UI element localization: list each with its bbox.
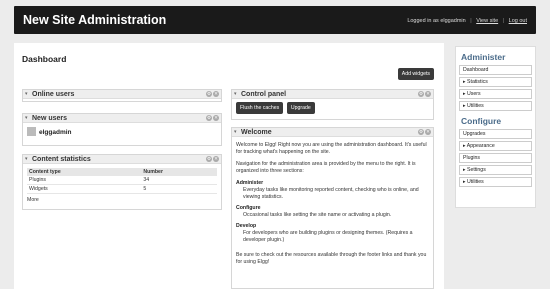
section-term: Develop: [236, 223, 257, 229]
stats-table: Content type Number Plugins 34 Widgets 5: [27, 168, 217, 194]
separator: |: [470, 18, 472, 24]
section-desc: Occasional tasks like setting the site n…: [243, 212, 392, 218]
add-widgets-button[interactable]: Add widgets: [397, 68, 434, 80]
widget-header[interactable]: ▾ Online users ⚙ ✕: [23, 90, 221, 99]
header-links: Logged in as elggadmin | View site | Log…: [407, 18, 527, 24]
upgrade-button[interactable]: Upgrade: [286, 102, 315, 114]
settings-icon[interactable]: ⚙: [418, 129, 424, 135]
section-desc: Everyday tasks like monitoring reported …: [243, 187, 419, 200]
sidebar-item-statistics[interactable]: ▸ Statistics: [459, 77, 532, 87]
close-icon[interactable]: ✕: [425, 129, 431, 135]
content-statistics-widget: ▾ Content statistics ⚙ ✕ Content type Num…: [22, 154, 222, 210]
collapse-icon[interactable]: ▾: [234, 129, 237, 135]
sidebar-item-settings[interactable]: ▸ Settings: [459, 165, 532, 175]
site-title[interactable]: New Site Administration: [23, 13, 166, 27]
close-icon[interactable]: ✕: [213, 115, 219, 121]
welcome-navigation: Navigation for the administration area i…: [236, 161, 416, 174]
admin-sidebar: Administer Dashboard ▸ Statistics ▸ User…: [455, 46, 536, 208]
page-title: Dashboard: [22, 54, 67, 64]
collapse-icon[interactable]: ▾: [234, 91, 237, 97]
widget-title: Control panel: [241, 90, 287, 98]
close-icon[interactable]: ✕: [213, 91, 219, 97]
settings-icon[interactable]: ⚙: [206, 156, 212, 162]
section-desc: For developers who are building plugins …: [243, 230, 413, 243]
settings-icon[interactable]: ⚙: [206, 91, 212, 97]
more-link[interactable]: More: [27, 197, 217, 203]
widget-header[interactable]: ▾ Welcome ⚙ ✕: [232, 128, 433, 137]
widget-header[interactable]: ▾ Control panel ⚙ ✕: [232, 90, 433, 99]
welcome-widget: ▾ Welcome ⚙ ✕ Welcome to Elgg! Right now …: [231, 127, 434, 289]
close-icon[interactable]: ✕: [213, 156, 219, 162]
separator: |: [502, 18, 505, 24]
widget-title: Online users: [32, 90, 75, 98]
sidebar-item-upgrades[interactable]: Upgrades: [459, 129, 532, 139]
close-icon[interactable]: ✕: [425, 91, 431, 97]
sidebar-item-dashboard[interactable]: Dashboard: [459, 65, 532, 75]
flush-caches-button[interactable]: Flush the caches: [236, 102, 284, 114]
logged-in-text: Logged in as elggadmin: [407, 18, 466, 24]
administer-heading: Administer: [461, 52, 506, 62]
widget-header[interactable]: ▾ Content statistics ⚙ ✕: [23, 155, 221, 164]
table-row: Plugins 34: [27, 176, 217, 185]
avatar[interactable]: [27, 127, 36, 136]
column-header: Number: [141, 168, 217, 176]
sidebar-item-config-utilities[interactable]: ▸ Utilities: [459, 177, 532, 187]
view-site-link[interactable]: View site: [476, 18, 498, 24]
main-content: Dashboard Add widgets ▾ Online users ⚙ ✕ …: [14, 43, 444, 289]
collapse-icon[interactable]: ▾: [25, 115, 28, 121]
section-term: Administer: [236, 180, 264, 186]
settings-icon[interactable]: ⚙: [206, 115, 212, 121]
online-users-widget: ▾ Online users ⚙ ✕: [22, 89, 222, 102]
collapse-icon[interactable]: ▾: [25, 156, 28, 162]
widget-header[interactable]: ▾ New users ⚙ ✕: [23, 114, 221, 123]
widget-title: Welcome: [241, 128, 272, 136]
sidebar-item-utilities[interactable]: ▸ Utilities: [459, 101, 532, 111]
widget-title: Content statistics: [32, 155, 91, 163]
table-row: Widgets 5: [27, 184, 217, 194]
control-panel-widget: ▾ Control panel ⚙ ✕ Flush the caches Upgr…: [231, 89, 434, 120]
configure-heading: Configure: [461, 116, 502, 126]
top-bar: New Site Administration Logged in as elg…: [14, 6, 536, 34]
user-link[interactable]: elggadmin: [39, 129, 72, 136]
sidebar-item-users[interactable]: ▸ Users: [459, 89, 532, 99]
log-out-link[interactable]: Log out: [509, 18, 527, 24]
section-term: Configure: [236, 205, 261, 211]
widget-title: New users: [32, 114, 68, 122]
new-users-widget: ▾ New users ⚙ ✕ elggadmin: [22, 113, 222, 146]
welcome-intro: Welcome to Elgg! Right now you are using…: [236, 142, 427, 155]
sidebar-item-plugins[interactable]: Plugins: [459, 153, 532, 163]
sidebar-item-appearance[interactable]: ▸ Appearance: [459, 141, 532, 151]
column-header: Content type: [27, 168, 142, 176]
collapse-icon[interactable]: ▾: [25, 91, 28, 97]
welcome-outro: Be sure to check out the resources avail…: [236, 252, 427, 265]
settings-icon[interactable]: ⚙: [418, 91, 424, 97]
